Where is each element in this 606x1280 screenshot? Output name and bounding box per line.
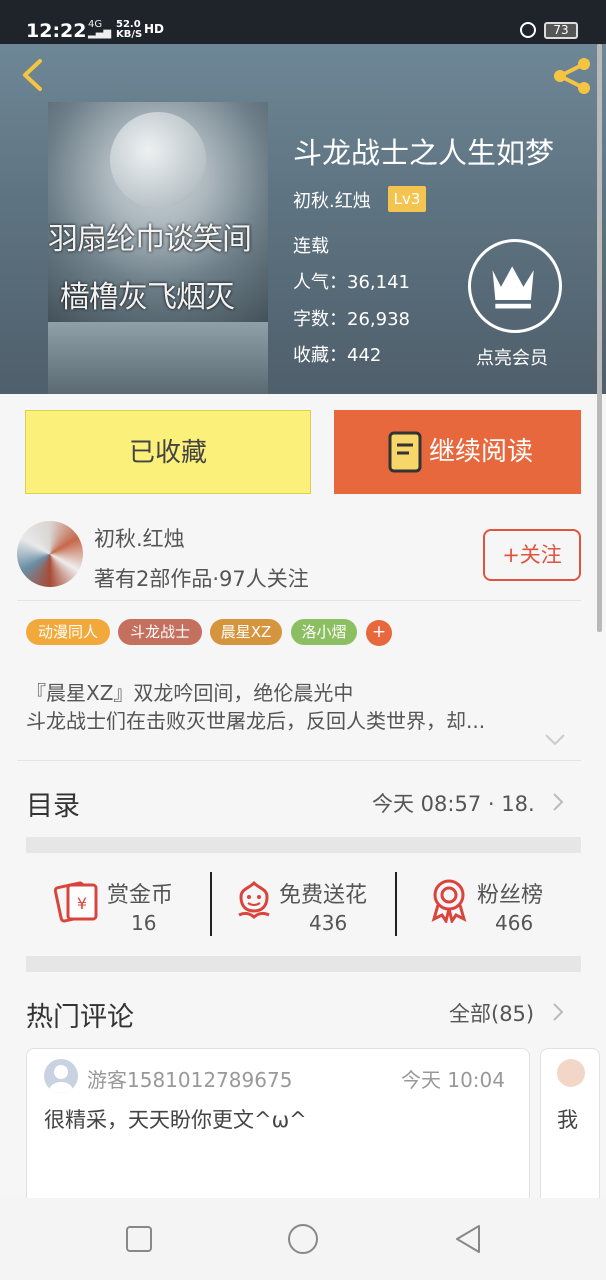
book-favorites: 收藏：442 <box>293 345 382 366</box>
user-icon <box>49 1065 73 1093</box>
cover-water <box>48 322 268 394</box>
system-nav-bar <box>0 1198 606 1280</box>
description-line1: 『晨星XZ』双龙吟回间，绝伦晨光中 <box>26 681 354 705</box>
follow-button[interactable]: +关注 <box>483 529 581 581</box>
fan-rank-value: 466 <box>495 911 534 935</box>
section-separator <box>26 837 581 853</box>
rotation-lock-icon <box>520 22 536 38</box>
svg-text:¥: ¥ <box>77 894 87 913</box>
flower-icon[interactable] <box>231 877 277 923</box>
hd-indicator: HD <box>144 22 165 36</box>
commenter-avatar[interactable] <box>557 1059 585 1087</box>
comment-text: 我 <box>557 1108 578 1132</box>
book-cover[interactable]: 羽扇纶巾谈笑间 樯橹灰飞烟灭 <box>48 102 268 394</box>
status-bar: 12:22 4G ▂▄▆ 52.0 KB/S HD 73 <box>0 0 606 44</box>
all-comments-link[interactable]: 全部(85) <box>449 998 534 1028</box>
tag-item[interactable]: 晨星XZ <box>210 619 282 645</box>
reward-value: 16 <box>131 911 157 935</box>
continue-reading-label: 继续阅读 <box>429 437 534 467</box>
book-icon <box>388 431 422 473</box>
crown-icon <box>492 266 534 309</box>
book-title: 斗龙战士之人生如梦 <box>293 136 555 170</box>
book-author[interactable]: 初秋.红烛 <box>293 187 371 213</box>
stat-separator <box>395 872 397 936</box>
comment-text: 很精采，天天盼你更文^ω^ <box>44 1108 307 1132</box>
cover-text-line2: 樯橹灰飞烟灭 <box>60 280 235 315</box>
status-time: 12:22 <box>26 20 87 42</box>
battery-indicator: 73 <box>544 22 578 39</box>
author-name[interactable]: 初秋.红烛 <box>94 523 185 553</box>
comment-card[interactable]: 游客1581012789675 今天 10:04 很精采，天天盼你更文^ω^ <box>26 1048 530 1208</box>
author-avatar[interactable] <box>17 521 83 587</box>
commenter-name[interactable]: 游客1581012789675 <box>87 1064 292 1093</box>
divider <box>17 760 581 761</box>
section-separator <box>26 956 581 972</box>
book-word-count: 字数：26,938 <box>293 309 410 330</box>
recent-apps-icon[interactable] <box>122 1222 156 1256</box>
divider <box>17 600 581 601</box>
collected-button[interactable]: 已收藏 <box>25 410 311 494</box>
share-icon[interactable] <box>550 56 594 96</box>
description-line2: 斗龙战士们在击败灭世屠龙后，反回人类世界，却... <box>26 709 486 733</box>
fan-rank-label[interactable]: 粉丝榜 <box>477 877 543 909</box>
reward-label[interactable]: 赏金币 <box>107 877 173 909</box>
book-header: 羽扇纶巾谈笑间 樯橹灰飞烟灭 斗龙战士之人生如梦 初秋.红烛 Lv3 连载 人气… <box>0 44 606 394</box>
continue-reading-button[interactable]: 继续阅读 <box>334 410 581 494</box>
vip-label: 点亮会员 <box>476 348 548 369</box>
cover-text-line1: 羽扇纶巾谈笑间 <box>48 222 252 257</box>
more-tags-button[interactable]: + <box>366 620 392 646</box>
home-icon[interactable] <box>286 1222 320 1256</box>
chevron-right-icon[interactable] <box>552 1002 564 1022</box>
fan-rank-icon[interactable] <box>426 877 472 923</box>
book-status: 连载 <box>293 236 329 257</box>
tag-item[interactable]: 洛小熠 <box>291 619 357 645</box>
back-icon[interactable] <box>451 1222 485 1256</box>
catalog-update[interactable]: 今天 08:57 · 18. <box>372 788 535 818</box>
hot-comments-title: 热门评论 <box>26 1002 134 1033</box>
network-speed: 52.0 KB/S <box>116 19 143 40</box>
tag-item[interactable]: 动漫同人 <box>26 619 110 645</box>
chevron-right-icon[interactable] <box>552 792 564 812</box>
flower-value: 436 <box>309 911 348 935</box>
comment-card[interactable]: 我 <box>540 1048 600 1208</box>
back-arrow-icon[interactable] <box>16 58 50 92</box>
commenter-avatar[interactable] <box>44 1059 78 1093</box>
tag-item[interactable]: 斗龙战士 <box>118 619 202 645</box>
catalog-title[interactable]: 目录 <box>26 784 80 823</box>
reward-coin-icon[interactable]: ¥ <box>54 877 100 923</box>
vip-button[interactable] <box>468 239 562 333</box>
network-indicator: 4G ▂▄▆ <box>88 19 112 39</box>
flower-label[interactable]: 免费送花 <box>279 877 367 909</box>
comment-time: 今天 10:04 <box>401 1068 505 1092</box>
book-popularity: 人气：36,141 <box>293 272 410 293</box>
stat-separator <box>210 872 212 936</box>
author-stats: 著有2部作品·97人关注 <box>94 567 309 591</box>
author-level-badge: Lv3 <box>388 186 426 212</box>
scrollbar[interactable] <box>597 44 602 632</box>
expand-chevron-icon[interactable] <box>544 733 566 747</box>
cover-moon <box>110 112 206 208</box>
